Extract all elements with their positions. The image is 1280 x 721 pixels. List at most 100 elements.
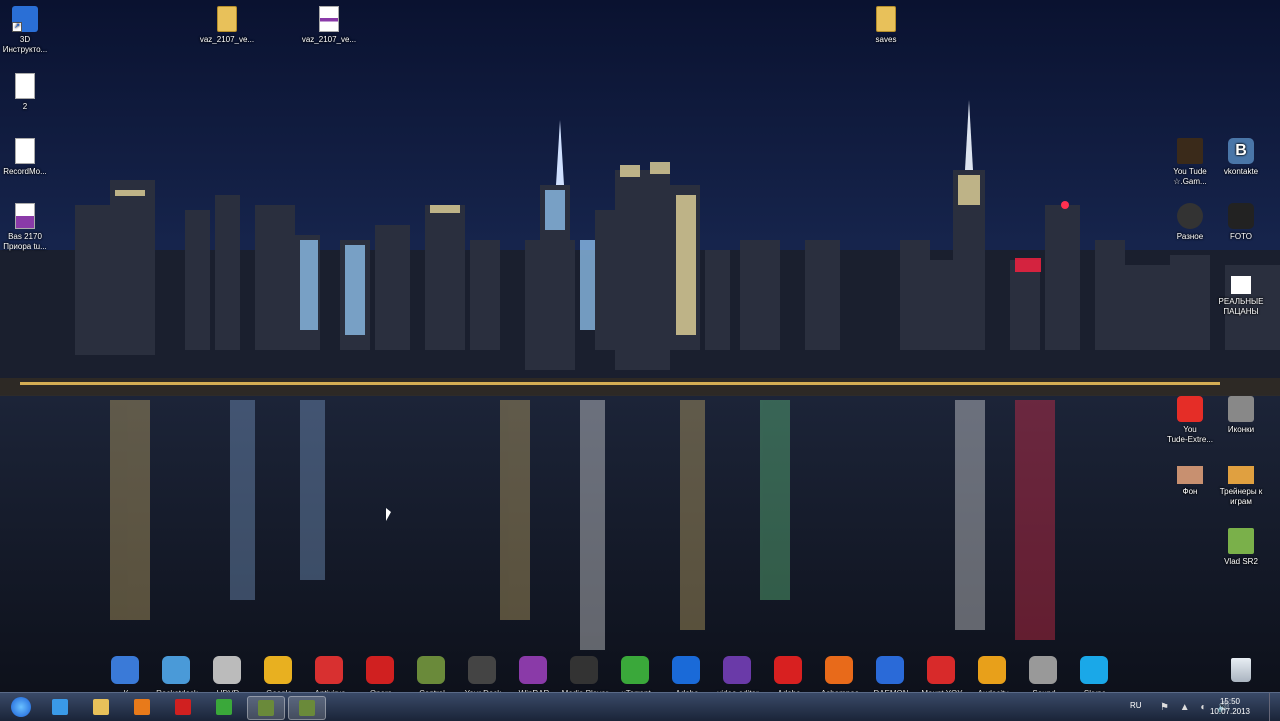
dock-item[interactable] [315,656,345,686]
taskbar-button-explorer[interactable] [83,696,119,718]
youtube-icon [1177,396,1203,422]
mount-icon [927,656,955,684]
desktop-icon-label: Фон [1182,487,1198,496]
video-folder-icon [1177,138,1203,164]
antivirus-icon [315,656,343,684]
clock-time: 15:50 [1219,697,1241,706]
desktop-icon-label: FOTO [1229,232,1253,241]
winrar-icon [519,656,547,684]
desktop-icon-label: Vlad SR2 [1224,557,1258,566]
desktop-icon-label: vaz_2107_ve... [301,35,357,44]
app-2-icon [299,700,315,716]
dock-item[interactable] [1029,656,1059,686]
mouse-cursor [386,508,391,521]
photoshop-icon [672,656,700,684]
opera-icon [175,699,191,715]
monitor-icon [468,656,496,684]
dock-item[interactable] [672,656,702,686]
opera-icon [366,656,394,684]
desktop-icon-realnye-pacany[interactable]: РЕАЛЬНЫЕ ПАЦАНЫ [1206,276,1276,317]
clock[interactable]: 15:50 10.07.2013 [1200,697,1260,717]
taskbar-button-chrome[interactable] [206,696,242,718]
chrome-icon [216,699,232,715]
dock-item[interactable] [621,656,651,686]
dock-item[interactable] [417,656,447,686]
recycle-bin[interactable] [1228,658,1254,686]
app-1-icon [258,700,274,716]
dock-item[interactable] [213,656,243,686]
explorer-icon [93,699,109,715]
dock-item[interactable] [876,656,906,686]
dock-item[interactable] [825,656,855,686]
camera-icon [1228,203,1254,229]
show-desktop-button[interactable] [1269,693,1280,721]
control-icon [417,656,445,684]
taskbar-button-app-1[interactable] [247,696,285,720]
dock-bar: КRocketdockHDVDGoogleAntivirusOperaContr… [105,656,1275,698]
app-3d-icon: ↗ [12,6,38,32]
taskbar-button-app-2[interactable] [288,696,326,720]
dock-item[interactable] [264,656,294,686]
desktop-icon-ikonki[interactable]: Иконки [1206,396,1276,435]
dock-item[interactable] [1080,656,1110,686]
desktop-icon-vkontakte[interactable]: B vkontakte [1206,138,1276,177]
desktop-icon-vaz-archive[interactable]: vaz_2107_ve... [294,6,364,45]
language-indicator[interactable]: RU [1130,701,1142,710]
desktop-icon-label: 2 [22,102,28,111]
rocketdock-icon [162,656,190,684]
taskbar-button-media-player[interactable] [124,696,160,718]
dock-item[interactable] [162,656,192,686]
taskbar-button-ie[interactable] [42,696,78,718]
clock-date: 10.07.2013 [1209,707,1251,716]
video-editor-icon [723,656,751,684]
desktop-icon-mp3-2[interactable]: 2 [0,73,60,112]
video-file-icon [1231,276,1251,294]
image-file-icon [1177,466,1203,484]
dock-item[interactable] [927,656,957,686]
dock-item[interactable] [723,656,753,686]
archive-file-icon [319,6,339,32]
desktop-icon-label: РЕАЛЬНЫЕ ПАЦАНЫ [1218,297,1264,316]
dock-item[interactable] [519,656,549,686]
desktop-icon-label: RecordMo... [3,167,47,176]
folder-icon [876,6,896,32]
desktop-icon-3d-instructor[interactable]: ↗ 3D Инструкто... [0,6,60,55]
dock-item[interactable] [468,656,498,686]
desktop-icon-vlad-sr2[interactable]: Vlad SR2 [1206,528,1276,567]
windows-logo-icon [11,697,31,717]
dock-item[interactable] [774,656,804,686]
burner-icon [825,656,853,684]
tools-icon [1177,203,1203,229]
desktop-icon-saves[interactable]: saves [851,6,921,45]
computer-icon [111,656,139,684]
media-player-icon [570,656,598,684]
taskbar-button-opera[interactable] [165,696,201,718]
dock-item[interactable] [570,656,600,686]
desktop-icon-label: You Tude ☆.Gam... [1173,167,1207,186]
folder-icon [217,6,237,32]
vkontakte-icon: B [1228,138,1254,164]
desktop-icon-label: 3D Инструкто... [2,35,48,54]
desktop-icon-label: Bas 2170 Приора tu... [3,232,47,251]
acrobat-icon [774,656,802,684]
desktop-icon-bas2170[interactable]: Bas 2170 Приора tu... [0,203,60,252]
desktop-icon-recordmo[interactable]: RecordMo... [0,138,60,177]
taskbar: RU ⚑ ▲ ◐ 🔊 15:50 10.07.2013 [0,692,1280,721]
disc-icon [213,656,241,684]
desktop-icon-label: Иконки [1227,425,1255,434]
document-icon [1228,528,1254,554]
start-button[interactable] [4,695,38,719]
desktop-icon-label: vaz_2107_ve... [199,35,255,44]
dock-item[interactable] [978,656,1008,686]
daemon-icon [876,656,904,684]
desktop-icon-label: Трейнеры к играм [1219,487,1263,506]
dock-item[interactable] [366,656,396,686]
desktop-icon-vaz-folder[interactable]: vaz_2107_ve... [192,6,262,45]
recycle-bin-icon [1231,658,1251,682]
dock-item[interactable] [111,656,141,686]
chrome-icon [264,656,292,684]
desktop-icon-foto[interactable]: FOTO [1206,203,1276,242]
desktop-icon-treinery[interactable]: Трейнеры к играм [1206,466,1276,507]
skype-icon [1080,656,1108,684]
audio-file-icon [15,73,35,99]
